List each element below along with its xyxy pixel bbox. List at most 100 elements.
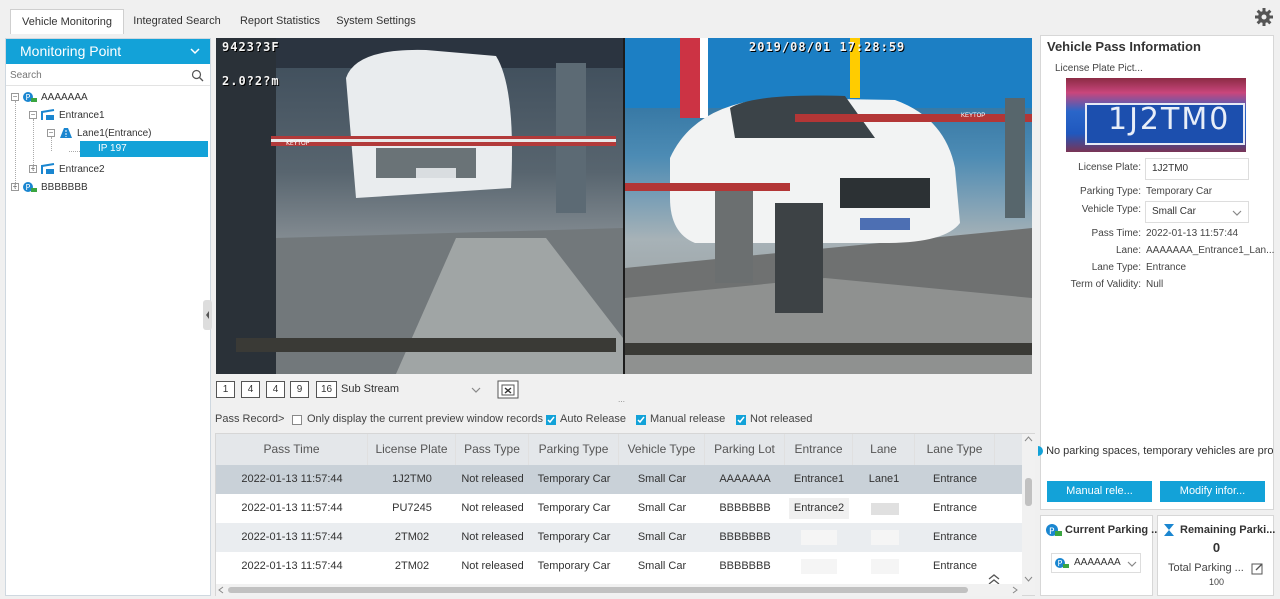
- gear-icon[interactable]: [1254, 7, 1274, 27]
- chevron-left-icon: [206, 311, 209, 319]
- tab-report-statistics[interactable]: Report Statistics: [234, 9, 326, 34]
- monitoring-point-title: Monitoring Point: [20, 43, 122, 59]
- edit-icon[interactable]: [1251, 562, 1264, 575]
- split-16-button[interactable]: 16: [316, 381, 337, 398]
- chevron-down-icon: [1232, 210, 1242, 216]
- stream-select[interactable]: Sub Stream: [341, 381, 493, 398]
- tree-node-aaaaaaa[interactable]: − P AAAAAAA: [11, 90, 88, 106]
- parking-lot-select[interactable]: P AAAAAAA: [1051, 553, 1141, 573]
- cell: AAAAAAA: [719, 473, 771, 485]
- top-tab-bar: Vehicle Monitoring Integrated Search Rep…: [0, 0, 1280, 34]
- license-plate-field[interactable]: 1J2TM0: [1145, 158, 1249, 180]
- tree-node-bbbbbbb[interactable]: + P BBBBBBB: [11, 180, 88, 196]
- cell: Entrance: [932, 531, 978, 543]
- close-window-icon[interactable]: [497, 380, 519, 399]
- resize-handle[interactable]: ⋯: [618, 398, 628, 406]
- auto-release-label: Auto Release: [560, 413, 627, 425]
- cell: BBBBBBB: [719, 560, 771, 572]
- auto-release-checkbox[interactable]: [546, 415, 556, 425]
- parking-type-value: Temporary Car: [1146, 186, 1213, 197]
- manual-release-button[interactable]: Manual rele...: [1047, 481, 1152, 502]
- monitoring-point-header[interactable]: Monitoring Point: [6, 39, 210, 64]
- cell: Not released: [461, 560, 524, 572]
- cell: 2022-01-13 11:57:44: [241, 473, 343, 485]
- column-header[interactable]: Parking Type: [529, 434, 619, 465]
- column-header[interactable]: Pass Time: [216, 434, 368, 465]
- tree-node-ip-197[interactable]: IP 197: [80, 141, 208, 157]
- lane-label: Lane:: [1115, 245, 1141, 256]
- column-header[interactable]: Entrance: [785, 434, 853, 465]
- cell: 2022-01-13 11:57:44: [241, 502, 343, 514]
- cell: Entrance: [932, 473, 978, 485]
- cell: Entrance2: [789, 498, 849, 519]
- pass-record-label[interactable]: Pass Record>: [215, 413, 284, 425]
- license-plate-picture[interactable]: 1J2TM0: [1066, 78, 1246, 152]
- vertical-scrollbar[interactable]: [1022, 434, 1035, 595]
- cell: PU7245: [392, 502, 432, 514]
- total-parking-label: Total Parking ...: [1168, 562, 1244, 574]
- tab-system-settings[interactable]: System Settings: [332, 9, 420, 34]
- camera-view-1[interactable]: KEYTOP 9423?3F 2.0?2?m: [216, 38, 623, 374]
- pass-time-value: 2022-01-13 11:57:44: [1146, 228, 1239, 239]
- parking-lot-icon: P: [23, 92, 37, 103]
- collapse-icon[interactable]: −: [11, 93, 19, 102]
- lane-type-value: Entrance: [1146, 262, 1187, 273]
- cell: 2TM02: [394, 560, 430, 572]
- column-header[interactable]: Parking Lot: [705, 434, 785, 465]
- column-header[interactable]: License Plate: [368, 434, 456, 465]
- search-input[interactable]: [6, 66, 176, 84]
- manual-release-label: Manual release: [650, 413, 726, 425]
- vehicle-type-value: Small Car: [1152, 206, 1196, 217]
- tree-label: IP 197: [98, 143, 127, 154]
- search-icon[interactable]: [191, 69, 204, 82]
- remaining-count: 0: [1212, 540, 1221, 555]
- pass-record-table: Pass Time License Plate Pass Type Parkin…: [215, 433, 1035, 596]
- collapse-icon[interactable]: −: [29, 111, 37, 120]
- collapse-icon[interactable]: −: [47, 129, 55, 138]
- svg-text:P: P: [26, 183, 31, 192]
- split-4-button[interactable]: 4: [241, 381, 260, 398]
- tab-integrated-search[interactable]: Integrated Search: [128, 9, 226, 34]
- hourglass-icon: [1164, 524, 1174, 536]
- collapse-sidebar-handle[interactable]: [203, 300, 212, 330]
- cell: Not released: [461, 473, 524, 485]
- parking-lot-icon: P: [23, 182, 37, 193]
- table-row[interactable]: 2022-01-13 11:57:44 1J2TM0 Not released …: [216, 465, 1022, 494]
- only-current-checkbox[interactable]: [292, 415, 302, 425]
- pole-label: KEYTOP: [961, 113, 986, 119]
- expand-icon[interactable]: +: [29, 165, 37, 174]
- video-preview-area: KEYTOP 9423?3F 2.0?2?m 2019/08/01 17:28:…: [216, 38, 1032, 374]
- split-9-button[interactable]: 9: [290, 381, 309, 398]
- table-row[interactable]: 2022-01-13 11:57:44 2TM02 Not released T…: [216, 552, 1022, 582]
- column-header[interactable]: Pass Type: [456, 434, 529, 465]
- vehicle-type-select[interactable]: Small Car: [1145, 201, 1249, 223]
- tree-node-entrance1[interactable]: − Entrance1: [29, 108, 105, 124]
- ticker-marker: [1038, 446, 1043, 457]
- not-released-checkbox[interactable]: [736, 415, 746, 425]
- cell: Entrance1: [793, 473, 845, 485]
- tree-guide: [69, 151, 80, 152]
- column-header[interactable]: Lane: [853, 434, 915, 465]
- column-header[interactable]: Vehicle Type: [619, 434, 705, 465]
- tree-node-lane1[interactable]: − Lane1(Entrance): [47, 126, 152, 142]
- manual-release-checkbox[interactable]: [636, 415, 646, 425]
- cell: Lane1: [868, 473, 900, 485]
- camera-view-2[interactable]: 2019/08/01 17:28:59 KEYTOP: [625, 38, 1032, 374]
- entrance-icon: [41, 163, 55, 175]
- cell: Temporary Car: [537, 473, 611, 485]
- plate-picture-text: 1J2TM0: [1108, 102, 1231, 137]
- stream-select-value: Sub Stream: [341, 383, 400, 395]
- horizontal-scrollbar[interactable]: [216, 584, 1022, 596]
- scrollbar-graphic: [218, 586, 1018, 594]
- tab-vehicle-monitoring[interactable]: Vehicle Monitoring: [10, 9, 124, 34]
- tree-node-entrance2[interactable]: + Entrance2: [29, 162, 105, 178]
- pass-time-label: Pass Time:: [1091, 228, 1141, 239]
- expand-icon[interactable]: +: [11, 183, 19, 192]
- modify-info-button[interactable]: Modify infor...: [1160, 481, 1265, 502]
- table-row[interactable]: 2022-01-13 11:57:44 2TM02 Not released T…: [216, 523, 1022, 552]
- chevron-down-icon[interactable]: [190, 48, 200, 55]
- split-4-button[interactable]: 4: [266, 381, 285, 398]
- column-header[interactable]: Lane Type: [915, 434, 995, 465]
- table-row[interactable]: 2022-01-13 11:57:44 PU7245 Not released …: [216, 494, 1022, 523]
- split-1-button[interactable]: 1: [216, 381, 235, 398]
